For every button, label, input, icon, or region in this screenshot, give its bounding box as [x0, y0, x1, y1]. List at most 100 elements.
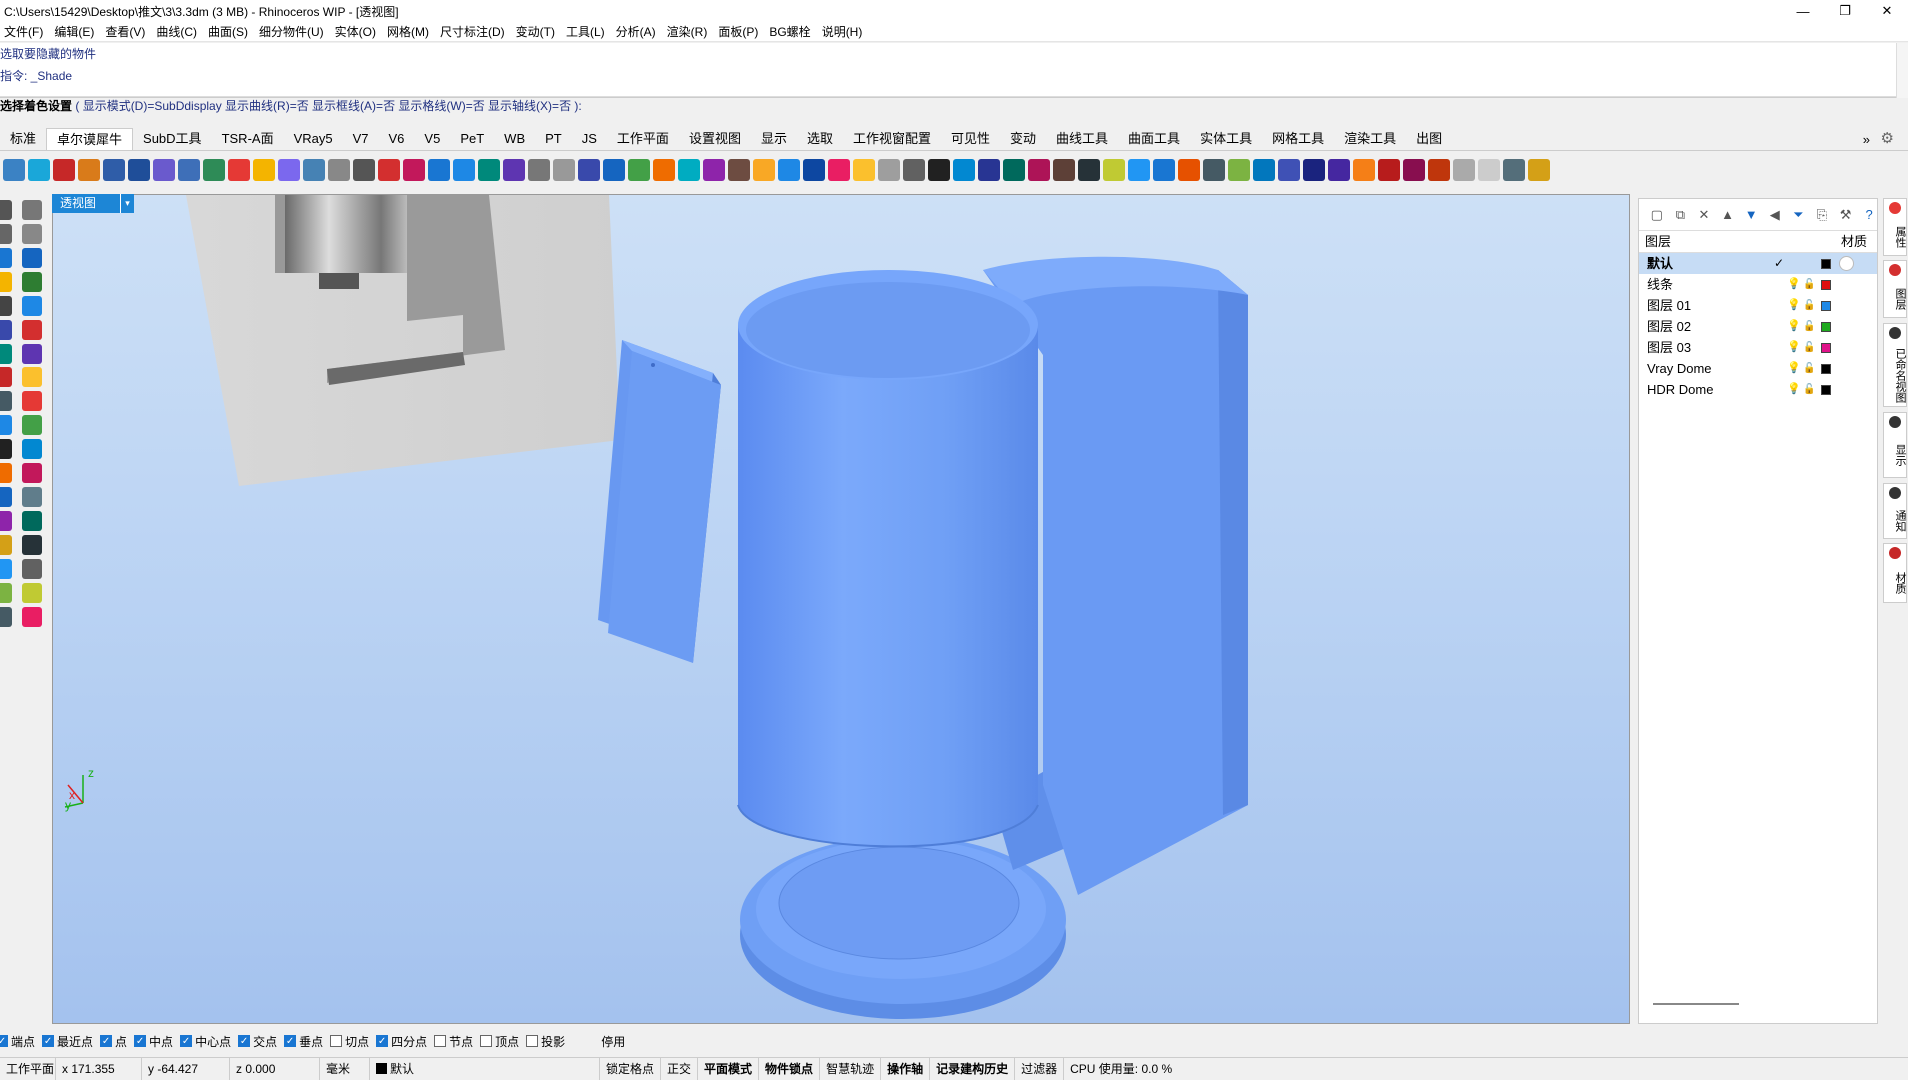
- menu-item[interactable]: 说明(H): [818, 23, 870, 40]
- toolbar-tool-icon[interactable]: [1028, 159, 1050, 181]
- osnap-item[interactable]: ✓ 中心点: [180, 1033, 231, 1050]
- osnap-item[interactable]: ✓ 交点: [238, 1033, 277, 1050]
- tab-15[interactable]: 选取: [797, 128, 843, 150]
- toolbar-tool-icon[interactable]: [903, 159, 925, 181]
- toolbar-tool-icon[interactable]: [653, 159, 675, 181]
- menu-item[interactable]: 网格(M): [383, 23, 436, 40]
- toolbar-tool-icon[interactable]: [1353, 159, 1375, 181]
- osnap-item[interactable]: ✓ 最近点: [42, 1033, 93, 1050]
- move-up-icon[interactable]: ▲: [1720, 207, 1736, 223]
- left-tool-icon[interactable]: [0, 200, 12, 220]
- tab-17[interactable]: 可见性: [941, 128, 1000, 150]
- left-tool-icon[interactable]: [0, 487, 12, 508]
- toolbar-tool-icon[interactable]: [3, 159, 25, 181]
- menu-item[interactable]: 面板(P): [714, 23, 765, 40]
- model-cylinder[interactable]: [737, 270, 1039, 848]
- osnap-checkbox[interactable]: [434, 1035, 447, 1047]
- layer-row[interactable]: Vray Dome 💡 🔓: [1639, 358, 1877, 379]
- tab-16[interactable]: 工作视窗配置: [843, 128, 941, 150]
- menu-item[interactable]: 变动(T): [512, 23, 562, 40]
- toolbar-tool-icon[interactable]: [103, 159, 125, 181]
- tab-21[interactable]: 实体工具: [1190, 128, 1262, 150]
- menu-item[interactable]: 曲线(C): [152, 23, 204, 40]
- left-tool-icon[interactable]: [0, 558, 12, 579]
- layers-scrollbar[interactable]: [1653, 1003, 1739, 1005]
- menu-item[interactable]: 细分物件(U): [255, 23, 331, 40]
- tab-18[interactable]: 变动: [1000, 128, 1046, 150]
- osnap-checkbox[interactable]: [330, 1035, 343, 1047]
- viewport-title-tab[interactable]: 透视图 ▾: [52, 194, 134, 213]
- toolbar-tool-icon[interactable]: [928, 159, 950, 181]
- menu-item[interactable]: BG螺栓: [765, 23, 817, 40]
- tab-8[interactable]: PeT: [450, 128, 494, 150]
- toolbar-tool-icon[interactable]: [828, 159, 850, 181]
- menu-item[interactable]: 渲染(R): [663, 23, 715, 40]
- layer-color-swatch[interactable]: [1821, 343, 1831, 353]
- unit-label[interactable]: 毫米: [320, 1057, 370, 1080]
- toolbar-tool-icon[interactable]: [1428, 159, 1450, 181]
- menu-item[interactable]: 文件(F): [0, 23, 50, 40]
- lock-icon[interactable]: 🔓: [1803, 363, 1815, 374]
- status-toggle[interactable]: 平面模式: [698, 1057, 760, 1080]
- menu-item[interactable]: 尺寸标注(D): [436, 23, 512, 40]
- left-tool-icon[interactable]: [0, 463, 12, 484]
- osnap-item[interactable]: ✓ 四分点: [376, 1033, 427, 1050]
- lock-icon[interactable]: 🔓: [1803, 300, 1815, 311]
- left-tool-icon[interactable]: [22, 487, 42, 508]
- left-tool-icon[interactable]: [22, 295, 42, 316]
- osnap-checkbox[interactable]: ✓: [284, 1035, 297, 1047]
- visibility-bulb-icon[interactable]: 💡: [1787, 279, 1801, 290]
- toolbar-tool-icon[interactable]: [628, 159, 650, 181]
- toolbar-tool-icon[interactable]: [778, 159, 800, 181]
- side-tab-5[interactable]: 材质: [1883, 543, 1907, 603]
- toolbar-tool-icon[interactable]: [978, 159, 1000, 181]
- left-tool-icon[interactable]: [0, 319, 12, 340]
- left-tool-icon[interactable]: [0, 247, 12, 268]
- status-toggle[interactable]: 智慧轨迹: [820, 1057, 882, 1080]
- toolbar-tool-icon[interactable]: [1253, 159, 1275, 181]
- left-tool-icon[interactable]: [22, 271, 42, 292]
- new-layer-icon[interactable]: ▢: [1649, 207, 1665, 223]
- toolbar-tool-icon[interactable]: [153, 159, 175, 181]
- left-tool-icon[interactable]: [22, 343, 42, 364]
- status-toggle[interactable]: 锁定格点: [600, 1057, 662, 1080]
- filter-icon[interactable]: ⏷: [1791, 207, 1807, 223]
- toolbar-tool-icon[interactable]: [378, 159, 400, 181]
- side-tab-0[interactable]: 属性: [1883, 198, 1907, 256]
- left-tool-icon[interactable]: [0, 510, 12, 531]
- tab-13[interactable]: 设置视图: [679, 128, 751, 150]
- layer-color-swatch[interactable]: [1821, 259, 1831, 269]
- toolbar-tool-icon[interactable]: [403, 159, 425, 181]
- toolbar-tool-icon[interactable]: [78, 159, 100, 181]
- osnap-checkbox[interactable]: ✓: [42, 1035, 55, 1047]
- toolbar-tool-icon[interactable]: [1278, 159, 1300, 181]
- layer-row[interactable]: 线条 💡 🔓: [1639, 274, 1877, 295]
- toolbar-tool-icon[interactable]: [703, 159, 725, 181]
- toolbar-tool-icon[interactable]: [1478, 159, 1500, 181]
- osnap-item[interactable]: 投影: [526, 1033, 565, 1050]
- toolbar-tool-icon[interactable]: [878, 159, 900, 181]
- layer-color-swatch[interactable]: [1821, 280, 1831, 290]
- visibility-bulb-icon[interactable]: 💡: [1787, 384, 1801, 395]
- tab-12[interactable]: 工作平面: [607, 128, 679, 150]
- lock-icon[interactable]: 🔓: [1803, 384, 1815, 395]
- toolbar-tool-icon[interactable]: [128, 159, 150, 181]
- toolbar-tool-icon[interactable]: [853, 159, 875, 181]
- left-tool-icon[interactable]: [22, 223, 42, 244]
- left-tool-icon[interactable]: [22, 534, 42, 555]
- side-tab-1[interactable]: 图层: [1883, 260, 1907, 318]
- left-tool-icon[interactable]: [22, 558, 42, 579]
- layer-color-swatch[interactable]: [1821, 322, 1831, 332]
- osnap-checkbox[interactable]: [480, 1035, 493, 1047]
- tab-7[interactable]: V5: [414, 128, 450, 150]
- toolbar-tool-icon[interactable]: [178, 159, 200, 181]
- toolbar-tool-icon[interactable]: [1203, 159, 1225, 181]
- osnap-item[interactable]: ✓ 垂点: [284, 1033, 323, 1050]
- toolbar-tool-icon[interactable]: [1328, 159, 1350, 181]
- lock-icon[interactable]: 🔓: [1803, 321, 1815, 332]
- menu-item[interactable]: 曲面(S): [204, 23, 255, 40]
- status-toggle[interactable]: 操作轴: [881, 1057, 931, 1080]
- tab-14[interactable]: 显示: [751, 128, 797, 150]
- material-swatch[interactable]: [1839, 256, 1854, 271]
- osnap-item[interactable]: 节点: [434, 1033, 473, 1050]
